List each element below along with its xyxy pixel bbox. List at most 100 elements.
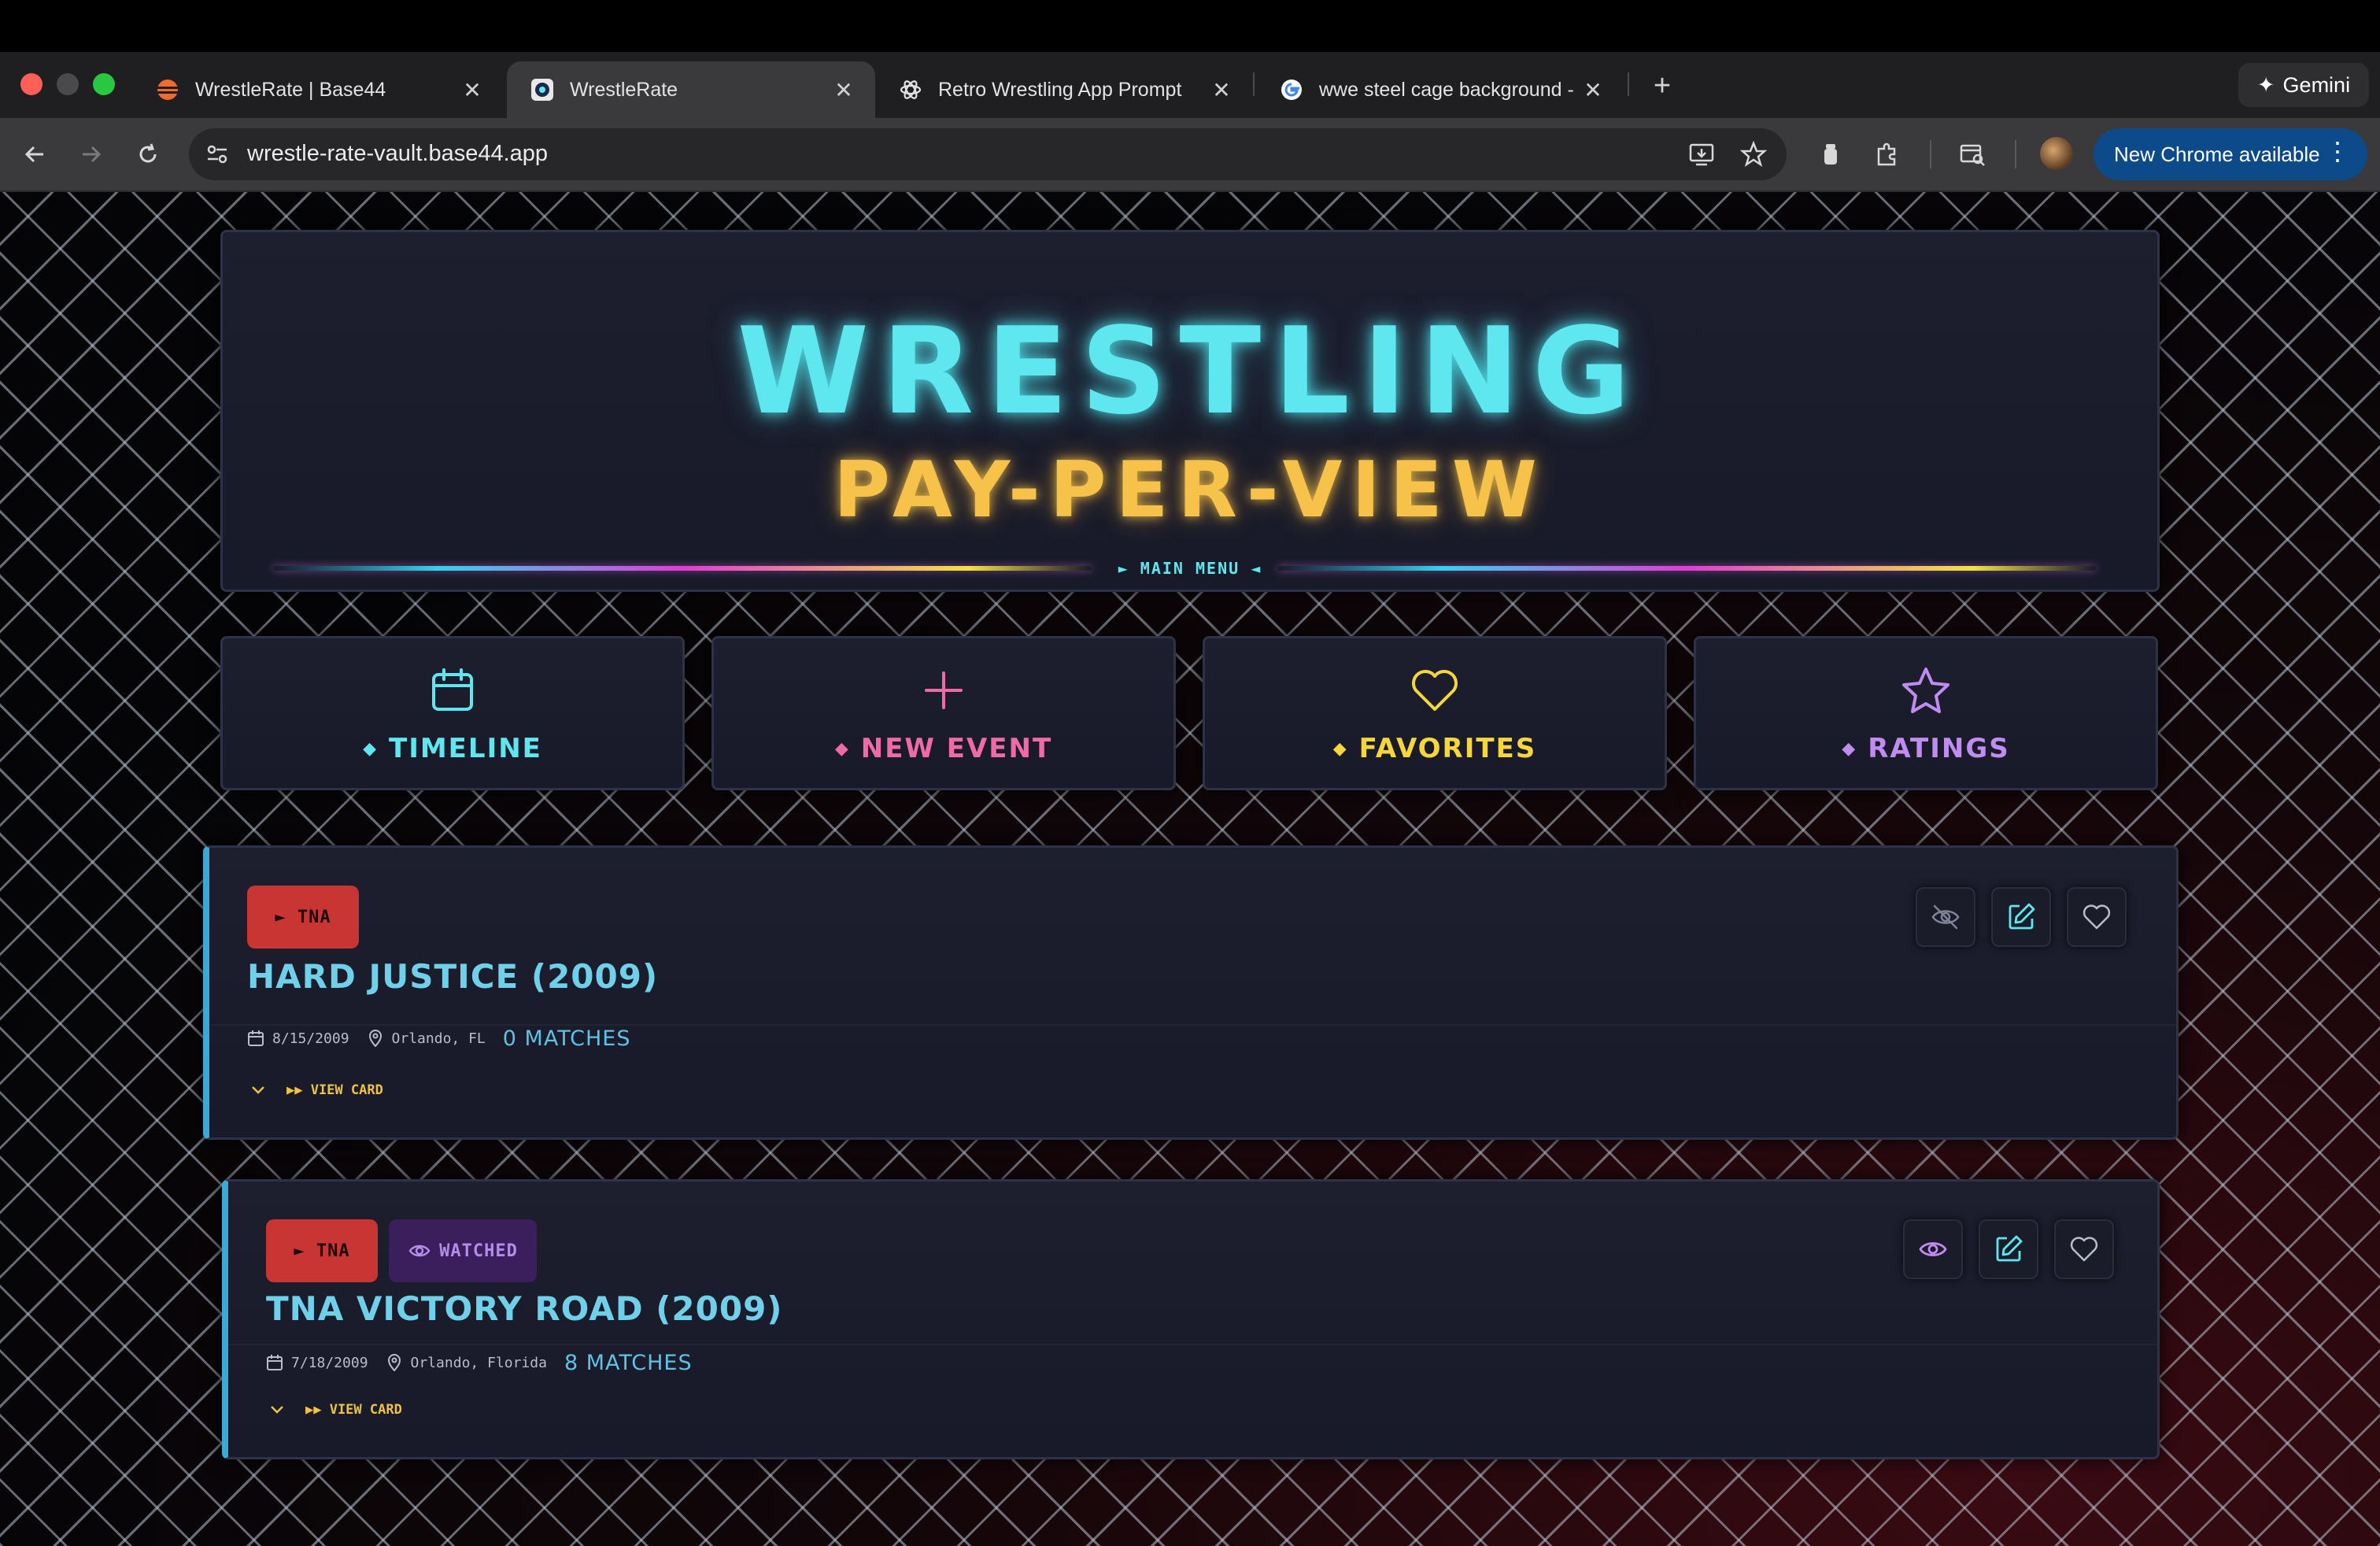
tab-separator bbox=[1253, 72, 1255, 96]
event-card[interactable]: ► TNA WATCHED TNA VICTORY ROAD (2009) 7/… bbox=[222, 1179, 2160, 1459]
chatgpt-icon bbox=[899, 78, 922, 102]
diamond-icon: ◆ bbox=[363, 739, 378, 759]
mark-unwatched-button[interactable] bbox=[1903, 1219, 1963, 1279]
eye-off-icon bbox=[1931, 904, 1960, 930]
diamond-icon: ◆ bbox=[1842, 739, 1857, 759]
tab-wrestlerate[interactable]: WrestleRate ✕ bbox=[507, 61, 875, 118]
extensions-puzzle-icon[interactable] bbox=[1872, 139, 1903, 170]
install-app-icon[interactable] bbox=[1686, 139, 1717, 170]
gemini-label: Gemini bbox=[2282, 72, 2351, 97]
close-tab-icon[interactable]: ✕ bbox=[1206, 77, 1237, 103]
view-card-toggle[interactable]: ▶▶ VIEW CARD bbox=[250, 1074, 383, 1106]
view-card-toggle[interactable]: ▶▶ VIEW CARD bbox=[269, 1394, 402, 1426]
tab-retro-wrestling-prompt[interactable]: Retro Wrestling App Prompt ✕ bbox=[875, 61, 1253, 118]
tab-search-icon[interactable] bbox=[1957, 139, 1988, 170]
heart-icon bbox=[2070, 1237, 2098, 1262]
event-date: 7/18/2009 bbox=[291, 1354, 368, 1371]
bookmark-star-icon[interactable] bbox=[1738, 139, 1769, 170]
nav-new-event-button[interactable]: ◆ NEW EVENT bbox=[711, 636, 1176, 790]
edit-icon bbox=[1996, 1235, 2023, 1262]
promotion-badge: ► TNA bbox=[266, 1219, 378, 1282]
chevron-down-icon bbox=[271, 1406, 283, 1414]
nav-label: NEW EVENT bbox=[860, 733, 1053, 764]
match-count: 8 MATCHES bbox=[564, 1350, 693, 1375]
close-tab-icon[interactable]: ✕ bbox=[456, 77, 488, 103]
watched-badge: WATCHED bbox=[389, 1219, 537, 1282]
diamond-icon: ◆ bbox=[1332, 739, 1348, 759]
view-card-label: ▶▶ VIEW CARD bbox=[286, 1082, 383, 1098]
tab-google-search[interactable]: wwe steel cage background - ✕ bbox=[1256, 61, 1624, 118]
promotion-badge: ► TNA bbox=[247, 886, 359, 949]
google-icon bbox=[1280, 78, 1303, 102]
event-date: 8/15/2009 bbox=[272, 1030, 349, 1047]
back-icon[interactable] bbox=[14, 134, 55, 175]
favorite-button[interactable] bbox=[2067, 887, 2127, 947]
tab-title: wwe steel cage background - bbox=[1319, 78, 1574, 101]
extension-bottle-icon[interactable] bbox=[1815, 139, 1846, 170]
maximize-window-button[interactable] bbox=[93, 73, 115, 95]
page-subtitle: PAY-PER-VIEW bbox=[833, 446, 1547, 535]
tab-title: WrestleRate bbox=[570, 78, 678, 101]
nav-ratings-button[interactable]: ◆ RATINGS bbox=[1694, 636, 2158, 790]
calendar-icon bbox=[267, 1355, 283, 1370]
event-meta: 8/15/2009 Orlando, FL 0 MATCHES bbox=[247, 1023, 648, 1054]
update-label: New Chrome available bbox=[2114, 142, 2320, 166]
main-menu-label: ► MAIN MENU ◄ bbox=[1118, 559, 1262, 578]
divider bbox=[228, 1344, 2157, 1345]
eye-icon bbox=[1919, 1242, 1947, 1256]
heart-icon bbox=[2082, 904, 2111, 930]
reload-icon[interactable] bbox=[128, 134, 168, 175]
map-pin-icon bbox=[387, 1354, 401, 1371]
hero-header: WRESTLING PAY-PER-VIEW ► MAIN MENU ◄ bbox=[220, 230, 2160, 592]
wrestlerate-icon bbox=[530, 78, 554, 102]
event-location: Orlando, FL bbox=[391, 1030, 486, 1047]
nav-label: TIMELINE bbox=[389, 733, 542, 764]
new-chrome-available-button[interactable]: New Chrome available ⋮ bbox=[2094, 128, 2367, 180]
favorite-button[interactable] bbox=[2054, 1219, 2114, 1279]
chevron-down-icon bbox=[252, 1086, 264, 1094]
close-tab-icon[interactable]: ✕ bbox=[828, 77, 859, 103]
site-settings-icon[interactable] bbox=[203, 140, 231, 168]
new-tab-button[interactable]: + bbox=[1642, 66, 1683, 107]
edit-icon bbox=[2009, 903, 2035, 930]
nav-label: RATINGS bbox=[1868, 733, 2010, 764]
profile-avatar[interactable] bbox=[2040, 137, 2073, 170]
event-location: Orlando, Florida bbox=[410, 1354, 547, 1371]
match-count: 0 MATCHES bbox=[502, 1026, 631, 1051]
event-card[interactable]: ► TNA HARD JUSTICE (2009) 8/15/2009 Orla… bbox=[203, 845, 2179, 1140]
event-title: HARD JUSTICE (2009) bbox=[247, 957, 659, 996]
map-pin-icon bbox=[368, 1030, 382, 1047]
star-icon bbox=[1696, 664, 2156, 717]
tab-wrestlerate-base44[interactable]: WrestleRate | Base44 ✕ bbox=[132, 61, 504, 118]
view-card-label: ▶▶ VIEW CARD bbox=[305, 1402, 402, 1418]
tab-title: WrestleRate | Base44 bbox=[195, 78, 386, 101]
heart-icon bbox=[1205, 664, 1665, 717]
url-text[interactable]: wrestle-rate-vault.base44.app bbox=[247, 138, 548, 169]
nav-label: FAVORITES bbox=[1358, 733, 1537, 764]
toolbar-separator bbox=[1930, 140, 1931, 168]
watched-label: WATCHED bbox=[439, 1241, 518, 1261]
edit-event-button[interactable] bbox=[1991, 887, 2051, 947]
eye-icon bbox=[408, 1245, 431, 1257]
close-tab-icon[interactable]: ✕ bbox=[1577, 77, 1609, 103]
base44-icon bbox=[156, 78, 179, 102]
event-title: TNA VICTORY ROAD (2009) bbox=[266, 1289, 783, 1328]
nav-favorites-button[interactable]: ◆ FAVORITES bbox=[1203, 636, 1667, 790]
forward-icon[interactable] bbox=[71, 134, 112, 175]
tab-title: Retro Wrestling App Prompt bbox=[938, 78, 1182, 101]
gemini-button[interactable]: ✦ Gemini bbox=[2238, 63, 2369, 107]
close-window-button[interactable] bbox=[20, 73, 42, 95]
event-meta: 7/18/2009 Orlando, Florida 8 MATCHES bbox=[266, 1347, 710, 1378]
minimize-window-button[interactable] bbox=[57, 73, 79, 95]
menu-bar-area bbox=[0, 0, 2380, 52]
nav-timeline-button[interactable]: ◆ TIMELINE bbox=[220, 636, 685, 790]
toolbar-separator bbox=[2015, 140, 2016, 168]
calendar-icon bbox=[248, 1030, 264, 1046]
plus-icon bbox=[714, 664, 1173, 717]
tab-separator bbox=[1628, 72, 1629, 96]
page-title: WRESTLING bbox=[737, 301, 1643, 441]
sparkle-icon: ✦ bbox=[2256, 72, 2275, 97]
more-options-icon[interactable]: ⋮ bbox=[2325, 136, 2350, 166]
edit-event-button[interactable] bbox=[1979, 1219, 2038, 1279]
mark-watched-button[interactable] bbox=[1916, 887, 1975, 947]
